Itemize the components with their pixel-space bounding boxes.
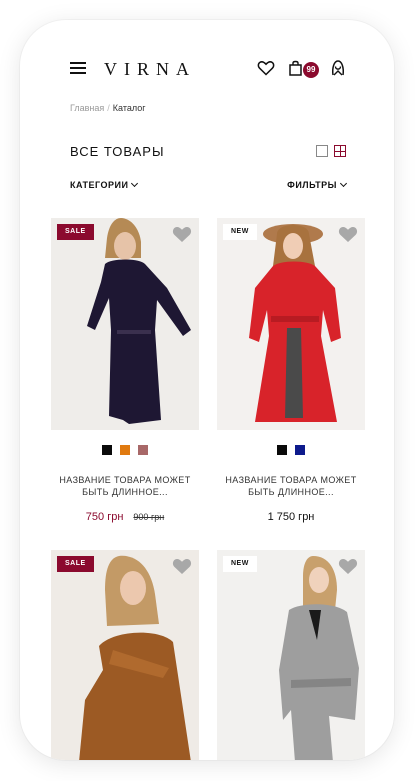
price-row: 1 750 грн [217,511,365,523]
product-card: NEW [217,550,365,760]
phone-frame: VIRNA 99 Главная / Каталог ВСЕ ТОВАРЫ КАТЕ… [20,20,394,760]
product-card: NEW НАЗВАНИЕ ТОВАРА МОЖЕТ БЫТЬ ДЛИННОЕ..… [217,218,365,523]
wishlist-icon[interactable] [256,58,276,78]
cart-count-badge: 99 [303,62,319,78]
price-row: 750 грн 900 грн [51,511,199,523]
product-image[interactable]: NEW [217,550,365,760]
categories-dropdown[interactable]: КАТЕГОРИИ [70,179,139,190]
filters-dropdown[interactable]: ФИЛЬТРЫ [287,179,348,190]
color-swatch[interactable] [295,445,305,455]
breadcrumb-home-link[interactable]: Главная [70,103,104,113]
color-swatch[interactable] [102,445,112,455]
new-badge: NEW [223,556,257,572]
chevron-down-icon [339,179,348,188]
heart-icon[interactable] [337,556,359,576]
chevron-down-icon [131,179,139,188]
price: 1 750 грн [267,511,315,523]
product-image[interactable]: NEW [217,218,365,430]
product-card: SALE [51,550,199,760]
color-swatches [217,442,365,455]
heart-icon[interactable] [337,224,359,244]
sale-badge: SALE [57,224,94,240]
page-title: ВСЕ ТОВАРЫ [70,144,165,159]
grid-view-icon[interactable] [334,145,346,157]
old-price: 900 грн [133,512,165,522]
breadcrumb: Главная / Каталог [70,103,146,113]
new-badge: NEW [223,224,257,240]
product-name[interactable]: НАЗВАНИЕ ТОВАРА МОЖЕТ БЫТЬ ДЛИННОЕ... [51,474,199,498]
color-swatch[interactable] [120,445,130,455]
product-image[interactable]: SALE [51,218,199,430]
logo[interactable]: VIRNA [104,59,196,80]
filters-label: ФИЛЬТРЫ [287,180,337,190]
product-name[interactable]: НАЗВАНИЕ ТОВАРА МОЖЕТ БЫТЬ ДЛИННОЕ... [217,474,365,498]
product-image[interactable]: SALE [51,550,199,760]
color-swatches [51,442,199,455]
color-swatch[interactable] [277,445,287,455]
sale-price: 750 грн [85,511,124,523]
heart-icon[interactable] [171,224,193,244]
menu-icon[interactable] [70,62,86,74]
breadcrumb-separator: / [107,103,110,113]
heart-icon[interactable] [171,556,193,576]
product-card: SALE НАЗВАНИЕ ТОВАРА МОЖЕТ БЫТЬ ДЛИННОЕ.… [51,218,199,523]
screen: VIRNA 99 Главная / Каталог ВСЕ ТОВАРЫ КАТЕ… [20,20,394,760]
categories-label: КАТЕГОРИИ [70,180,129,190]
header: VIRNA 99 [20,58,394,82]
single-view-icon[interactable] [316,145,328,157]
sale-badge: SALE [57,556,94,572]
account-icon[interactable] [328,58,348,78]
color-swatch[interactable] [138,445,148,455]
breadcrumb-current: Каталог [112,103,146,113]
